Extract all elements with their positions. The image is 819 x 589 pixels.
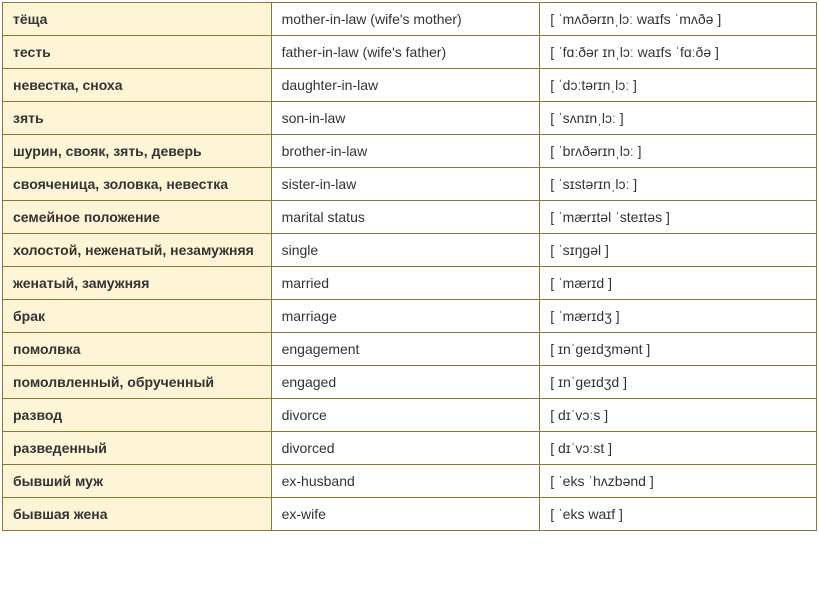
english-cell: engaged bbox=[271, 366, 540, 399]
russian-cell: шурин, свояк, зять, деверь bbox=[3, 135, 272, 168]
english-cell: single bbox=[271, 234, 540, 267]
english-cell: engagement bbox=[271, 333, 540, 366]
phonetic-cell: [ ˈmʌðərɪnˌlɔː waɪfs ˈmʌðə ] bbox=[540, 3, 817, 36]
phonetic-cell: [ ˈmærɪtəl ˈsteɪtəs ] bbox=[540, 201, 817, 234]
russian-cell: семейное положение bbox=[3, 201, 272, 234]
table-row: развод divorce [ dɪˈvɔːs ] bbox=[3, 399, 817, 432]
english-cell: marriage bbox=[271, 300, 540, 333]
russian-cell: помолвка bbox=[3, 333, 272, 366]
phonetic-cell: [ ˈdɔːtərɪnˌlɔː ] bbox=[540, 69, 817, 102]
table-row: помолвка engagement [ ɪnˈgeɪdʒmənt ] bbox=[3, 333, 817, 366]
phonetic-cell: [ ɪnˈgeɪdʒmənt ] bbox=[540, 333, 817, 366]
english-cell: divorced bbox=[271, 432, 540, 465]
english-cell: brother-in-law bbox=[271, 135, 540, 168]
english-cell: sister-in-law bbox=[271, 168, 540, 201]
russian-cell: бывшая жена bbox=[3, 498, 272, 531]
table-row: свояченица, золовка, невестка sister-in-… bbox=[3, 168, 817, 201]
phonetic-cell: [ ˈfɑːðər ɪnˌlɔː waɪfs ˈfɑːðə ] bbox=[540, 36, 817, 69]
phonetic-cell: [ ˈsʌnɪnˌlɔː ] bbox=[540, 102, 817, 135]
table-row: брак marriage [ ˈmærɪdʒ ] bbox=[3, 300, 817, 333]
english-cell: divorce bbox=[271, 399, 540, 432]
table-row: женатый, замужняя married [ ˈmærɪd ] bbox=[3, 267, 817, 300]
russian-cell: свояченица, золовка, невестка bbox=[3, 168, 272, 201]
english-cell: mother-in-law (wife's mother) bbox=[271, 3, 540, 36]
phonetic-cell: [ dɪˈvɔːst ] bbox=[540, 432, 817, 465]
phonetic-cell: [ ˈeks waɪf ] bbox=[540, 498, 817, 531]
phonetic-cell: [ ˈmærɪdʒ ] bbox=[540, 300, 817, 333]
english-cell: ex-wife bbox=[271, 498, 540, 531]
phonetic-cell: [ ˈeks ˈhʌzbənd ] bbox=[540, 465, 817, 498]
russian-cell: бывший муж bbox=[3, 465, 272, 498]
english-cell: son-in-law bbox=[271, 102, 540, 135]
table-row: семейное положение marital status [ ˈmær… bbox=[3, 201, 817, 234]
russian-cell: тесть bbox=[3, 36, 272, 69]
table-row: невестка, сноха daughter-in-law [ ˈdɔːtə… bbox=[3, 69, 817, 102]
russian-cell: холостой, неженатый, незамужняя bbox=[3, 234, 272, 267]
phonetic-cell: [ ˈsɪŋgəl ] bbox=[540, 234, 817, 267]
russian-cell: разведенный bbox=[3, 432, 272, 465]
table-row: бывший муж ex-husband [ ˈeks ˈhʌzbənd ] bbox=[3, 465, 817, 498]
phonetic-cell: [ ɪnˈgeɪdʒd ] bbox=[540, 366, 817, 399]
table-row: тесть father-in-law (wife's father) [ ˈf… bbox=[3, 36, 817, 69]
table-row: шурин, свояк, зять, деверь brother-in-la… bbox=[3, 135, 817, 168]
english-cell: marital status bbox=[271, 201, 540, 234]
table-row: помолвленный, обрученный engaged [ ɪnˈge… bbox=[3, 366, 817, 399]
phonetic-cell: [ ˈmærɪd ] bbox=[540, 267, 817, 300]
table-row: холостой, неженатый, незамужняя single [… bbox=[3, 234, 817, 267]
phonetic-cell: [ ˈsɪstərɪnˌlɔː ] bbox=[540, 168, 817, 201]
english-cell: daughter-in-law bbox=[271, 69, 540, 102]
russian-cell: брак bbox=[3, 300, 272, 333]
vocabulary-table: тёща mother-in-law (wife's mother) [ ˈmʌ… bbox=[2, 2, 817, 531]
table-row: разведенный divorced [ dɪˈvɔːst ] bbox=[3, 432, 817, 465]
english-cell: father-in-law (wife's father) bbox=[271, 36, 540, 69]
english-cell: married bbox=[271, 267, 540, 300]
russian-cell: помолвленный, обрученный bbox=[3, 366, 272, 399]
russian-cell: зять bbox=[3, 102, 272, 135]
table-row: тёща mother-in-law (wife's mother) [ ˈmʌ… bbox=[3, 3, 817, 36]
table-row: бывшая жена ex-wife [ ˈeks waɪf ] bbox=[3, 498, 817, 531]
phonetic-cell: [ ˈbrʌðərɪnˌlɔː ] bbox=[540, 135, 817, 168]
phonetic-cell: [ dɪˈvɔːs ] bbox=[540, 399, 817, 432]
russian-cell: тёща bbox=[3, 3, 272, 36]
table-body: тёща mother-in-law (wife's mother) [ ˈmʌ… bbox=[3, 3, 817, 531]
russian-cell: невестка, сноха bbox=[3, 69, 272, 102]
russian-cell: развод bbox=[3, 399, 272, 432]
english-cell: ex-husband bbox=[271, 465, 540, 498]
table-row: зять son-in-law [ ˈsʌnɪnˌlɔː ] bbox=[3, 102, 817, 135]
russian-cell: женатый, замужняя bbox=[3, 267, 272, 300]
